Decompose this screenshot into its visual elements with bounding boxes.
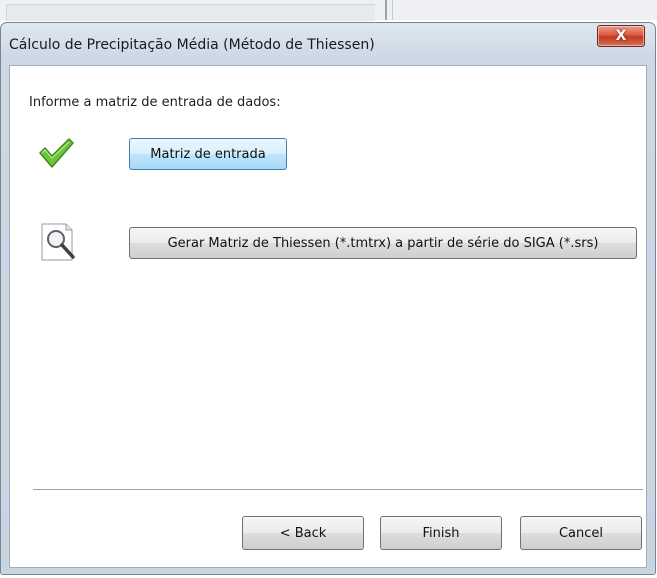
- background-separator: [385, 0, 387, 20]
- close-icon: X: [615, 28, 627, 44]
- magnifier-icon[interactable]: [40, 222, 82, 262]
- footer-divider: [33, 489, 643, 491]
- close-button[interactable]: X: [597, 25, 645, 47]
- background-window: [0, 0, 657, 21]
- check-icon: [39, 138, 74, 168]
- window-title: Cálculo de Precipitação Média (Método de…: [9, 37, 375, 53]
- input-prompt-label: Informe a matriz de entrada de dados:: [29, 95, 281, 110]
- dialog-client-area: [9, 65, 647, 568]
- background-tab: [6, 4, 375, 21]
- title-bar[interactable]: Cálculo de Precipitação Média (Método de…: [1, 23, 655, 67]
- generate-thiessen-matrix-button[interactable]: Gerar Matriz de Thiessen (*.tmtrx) a par…: [129, 227, 637, 259]
- background-separator-light: [392, 0, 393, 20]
- back-button[interactable]: < Back: [242, 516, 364, 550]
- finish-button[interactable]: Finish: [380, 516, 502, 550]
- cancel-button[interactable]: Cancel: [520, 516, 642, 550]
- matriz-de-entrada-button[interactable]: Matriz de entrada: [129, 138, 287, 170]
